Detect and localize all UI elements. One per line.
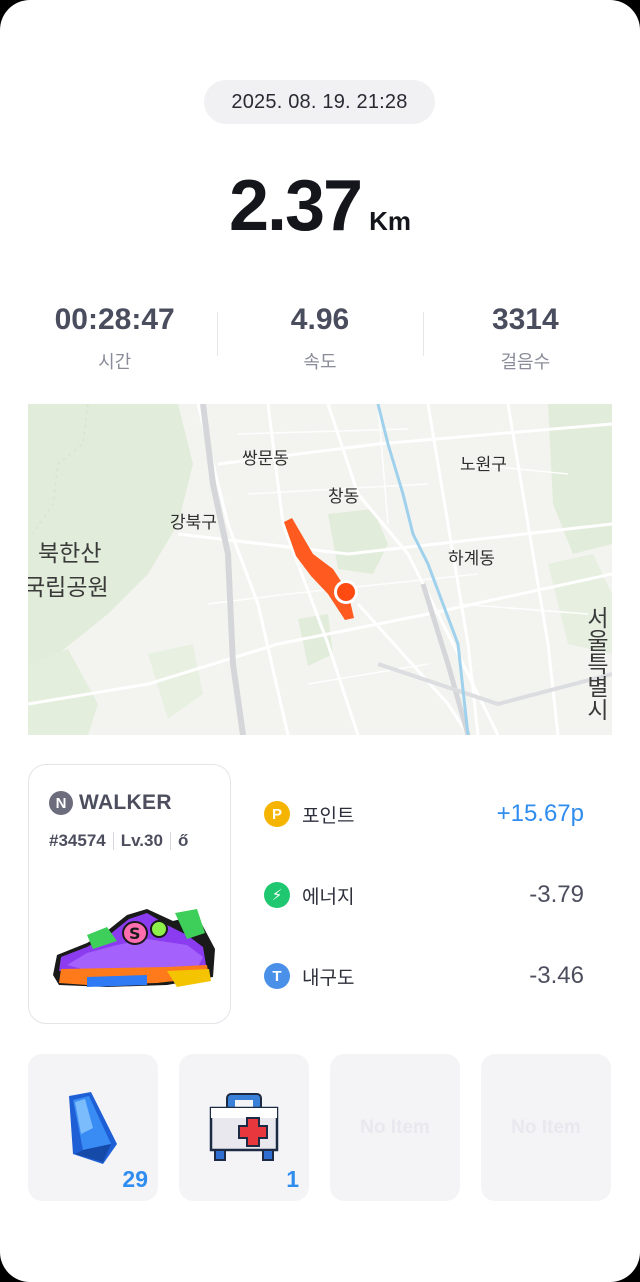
session-datetime: 2025. 08. 19. 21:28 (204, 80, 435, 124)
reward-label-point: 포인트 (302, 805, 355, 827)
stat-steps-value: 3314 (491, 303, 559, 336)
walker-card[interactable]: N WALKER #34574 Lv.30 ő S (28, 764, 231, 1024)
stat-steps-label: 걸음수 (500, 352, 551, 372)
reward-label-energy: 에너지 (302, 886, 355, 908)
walker-level: Lv.30 (120, 831, 163, 850)
distance-display: 2.37 Km (0, 165, 640, 246)
svg-text:S: S (129, 924, 141, 943)
stat-time-label: 시간 (98, 352, 132, 372)
reward-value-durability: -3.46 (529, 962, 584, 989)
stat-time-value: 00:28:47 (54, 303, 175, 336)
empty-slot-label: No Item (360, 1116, 430, 1138)
stats-row: 00:28:47 시간 4.96 속도 3314 걸음수 (12, 300, 628, 380)
map-label-ssangmun: 쌍문동 (242, 449, 289, 469)
reward-row-point: P 포인트 +15.67p (264, 794, 594, 834)
map-label-bukhansan-1: 북한산 (38, 541, 102, 567)
map-label-nowon: 노원구 (460, 455, 507, 475)
reward-value-energy: -3.79 (529, 881, 584, 908)
point-icon: P (264, 801, 290, 827)
item-slot-3[interactable]: No Item (330, 1054, 460, 1201)
reward-label-durability: 내구도 (302, 967, 355, 989)
item-slot-1[interactable]: 29 (28, 1054, 158, 1201)
item-slot-4[interactable]: No Item (481, 1054, 611, 1201)
walker-title: WALKER (79, 791, 172, 814)
durability-icon: T (264, 963, 290, 989)
walker-extra: ő (177, 831, 189, 850)
route-map[interactable]: 쌍문동 노원구 창동 강북구 북한산 국립공원 하계동 서울특별시 (28, 404, 612, 735)
blue-crystal-icon (69, 1091, 117, 1164)
map-label-hagye: 하계동 (448, 549, 495, 569)
distance-value: 2.37 (228, 166, 363, 246)
distance-unit: Km (369, 206, 412, 236)
walker-meta: #34574 Lv.30 ő (49, 831, 188, 851)
item-count-1: 29 (122, 1166, 148, 1192)
map-label-gangbuk: 강북구 (170, 513, 217, 533)
map-label-bukhansan-2: 국립공원 (28, 575, 109, 601)
empty-slot-label: No Item (511, 1116, 581, 1138)
sneaker-icon: S (53, 909, 215, 987)
reward-value-point: +15.67p (496, 800, 584, 827)
walker-meta-divider (169, 832, 171, 850)
item-slot-2[interactable]: 1 (179, 1054, 309, 1201)
walker-header: N WALKER (49, 791, 172, 815)
stat-speed: 4.96 속도 (217, 300, 422, 380)
stat-speed-label: 속도 (303, 352, 337, 372)
activity-result-sheet: 2025. 08. 19. 21:28 2.37 Km 00:28:47 시간 … (0, 0, 640, 1282)
item-count-2: 1 (286, 1166, 299, 1192)
reward-row-durability: T 내구도 -3.46 (264, 956, 594, 996)
stat-time: 00:28:47 시간 (12, 300, 217, 380)
map-label-chang: 창동 (328, 487, 360, 507)
stat-steps: 3314 걸음수 (422, 300, 628, 380)
walker-meta-divider (112, 832, 114, 850)
walker-id: #34574 (49, 831, 106, 850)
energy-icon: ⚡ (264, 882, 290, 908)
map-canvas (28, 404, 612, 735)
map-label-seoul: 서울특별시 (582, 606, 608, 721)
first-aid-kit-icon (209, 1092, 279, 1161)
n-badge-icon: N (49, 791, 73, 815)
reward-row-energy: ⚡ 에너지 -3.79 (264, 875, 594, 915)
stat-speed-value: 4.96 (290, 303, 350, 336)
